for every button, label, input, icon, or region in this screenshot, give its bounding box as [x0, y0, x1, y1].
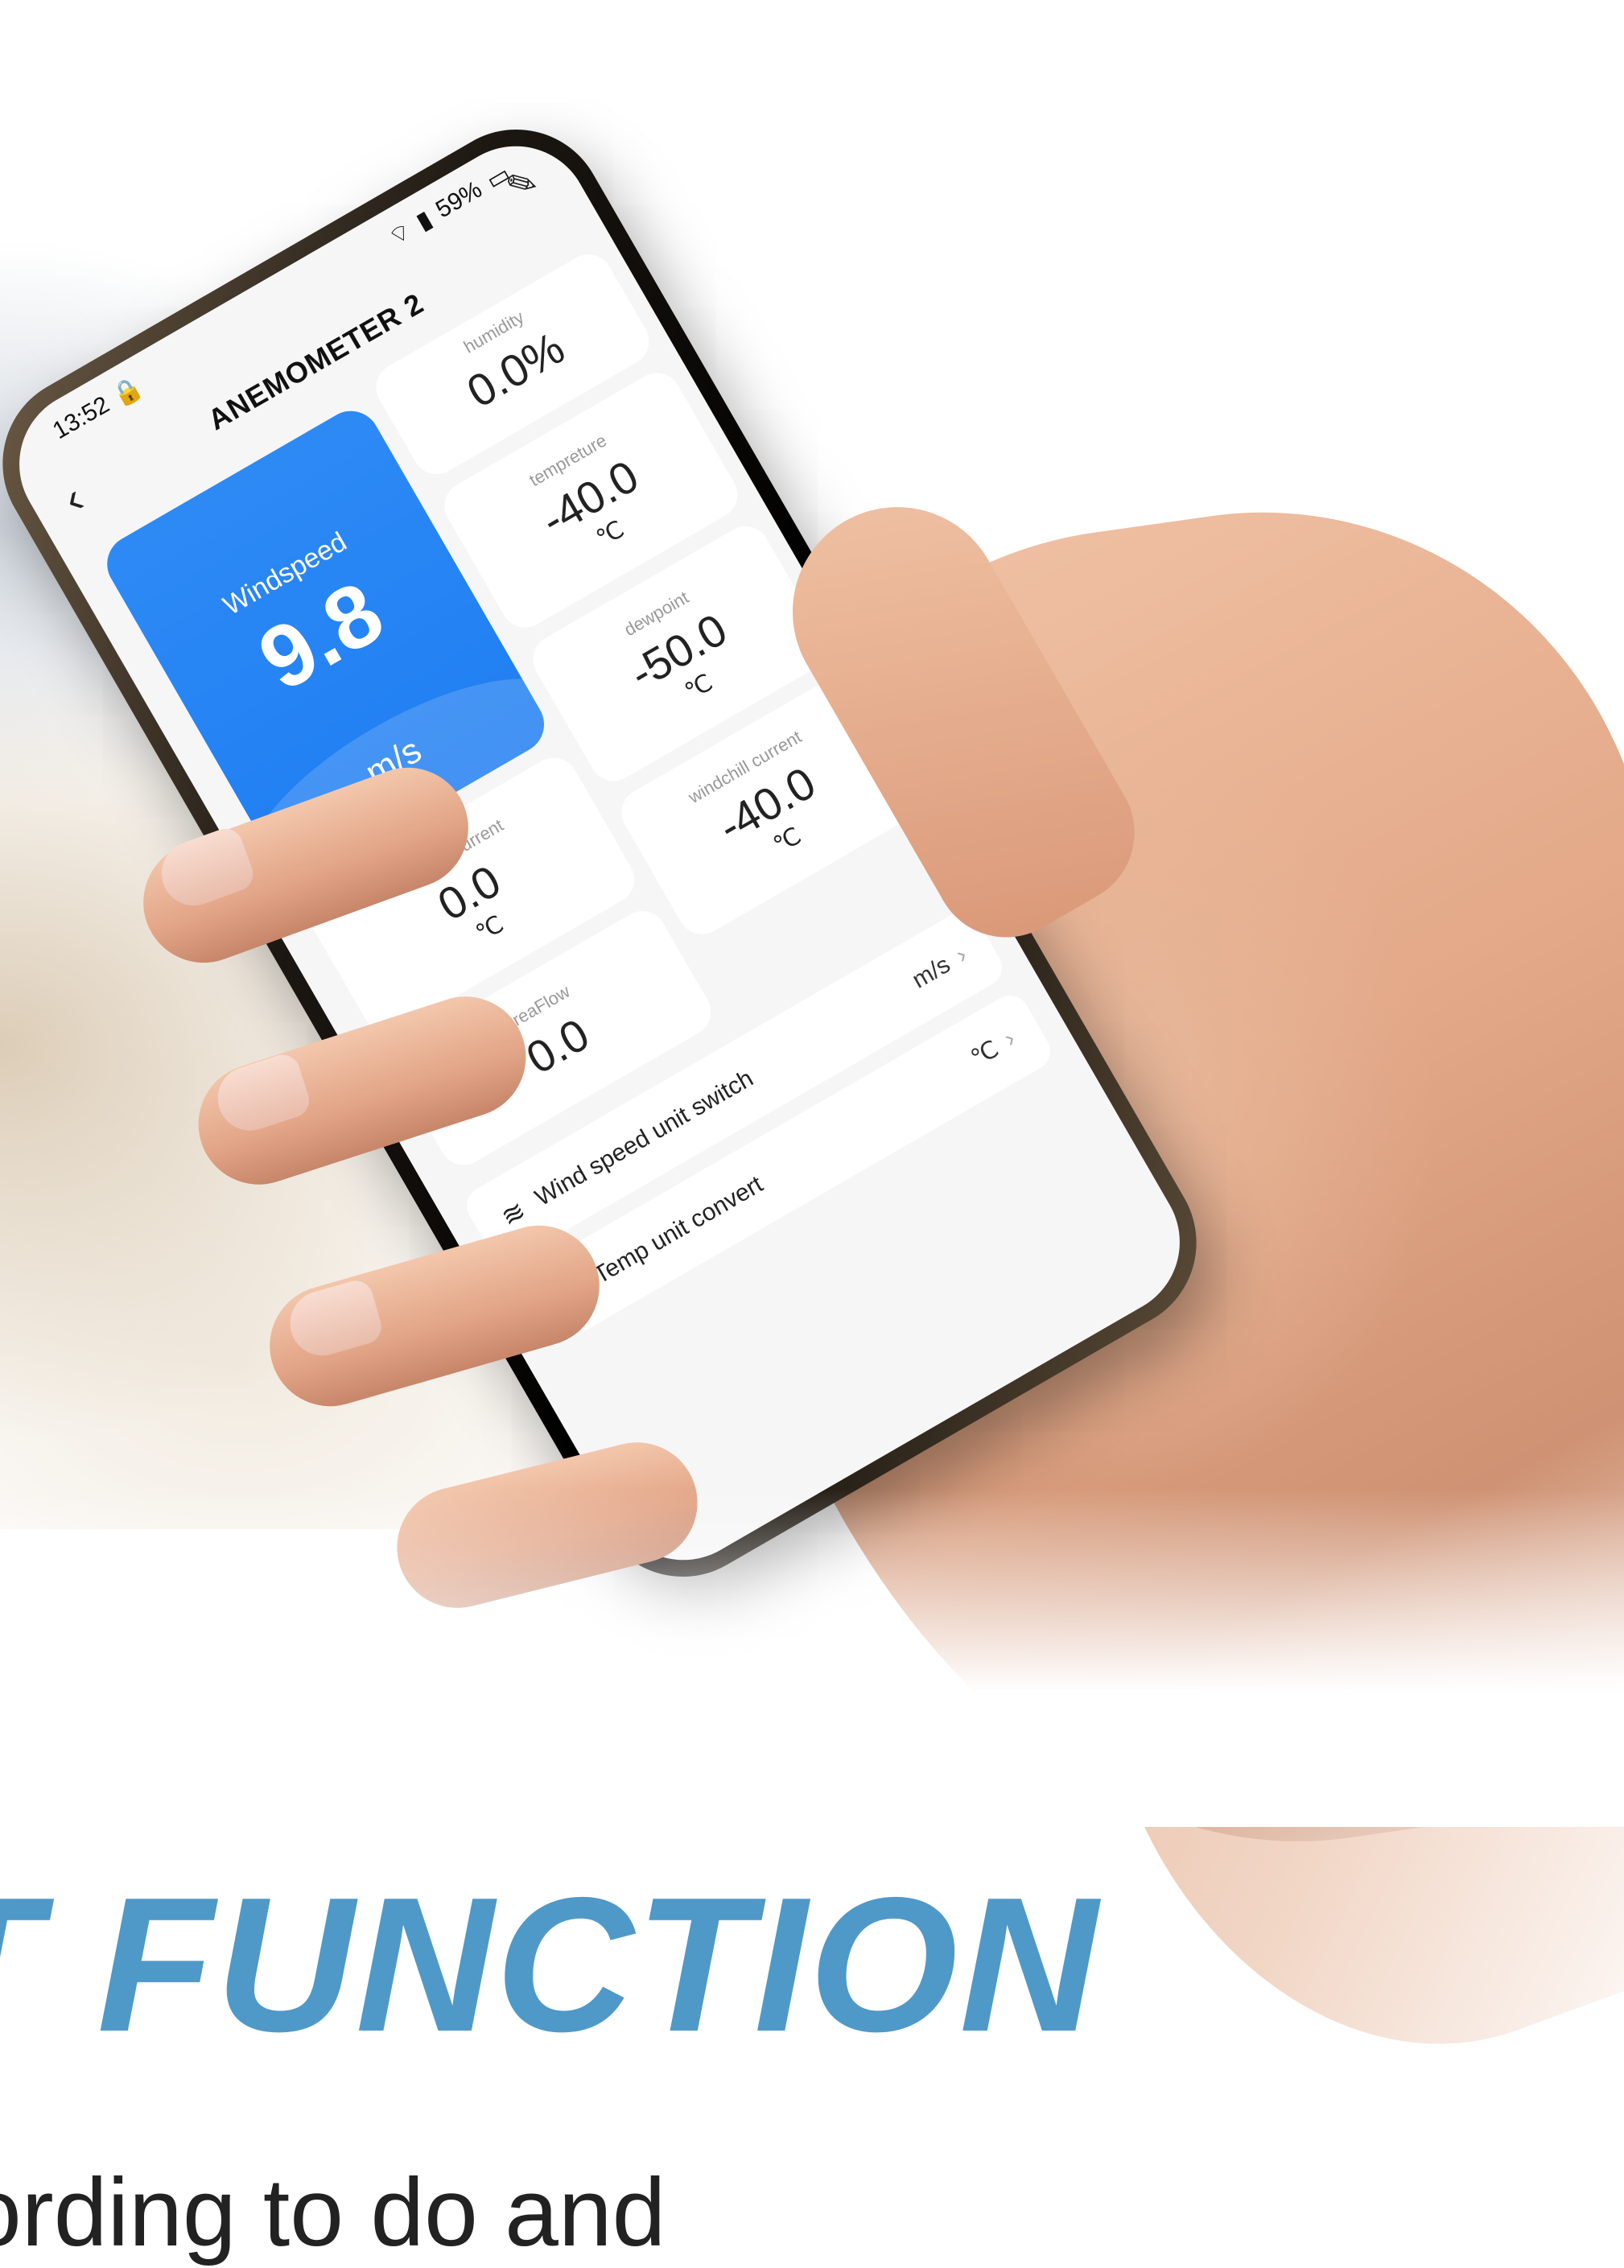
background-fade	[0, 1489, 1624, 1827]
status-time: 13:52	[48, 391, 114, 445]
signal-icon: ▮	[411, 205, 437, 236]
chevron-left-icon[interactable]: ‹	[55, 474, 93, 525]
chevron-right-icon: ›	[950, 941, 972, 969]
wind-speed-unit-value: m/s	[908, 950, 955, 994]
wifi-icon: ⌔	[383, 216, 417, 252]
lock-icon: 🔒	[107, 372, 147, 411]
chevron-right-icon: ›	[999, 1025, 1020, 1053]
subheadline-text: ording to do and	[0, 2159, 666, 2266]
battery-level: 59%	[431, 175, 487, 224]
temp-unit-value: ℃	[966, 1035, 1004, 1072]
headline-text: T FUNCTION	[0, 1858, 1100, 2072]
